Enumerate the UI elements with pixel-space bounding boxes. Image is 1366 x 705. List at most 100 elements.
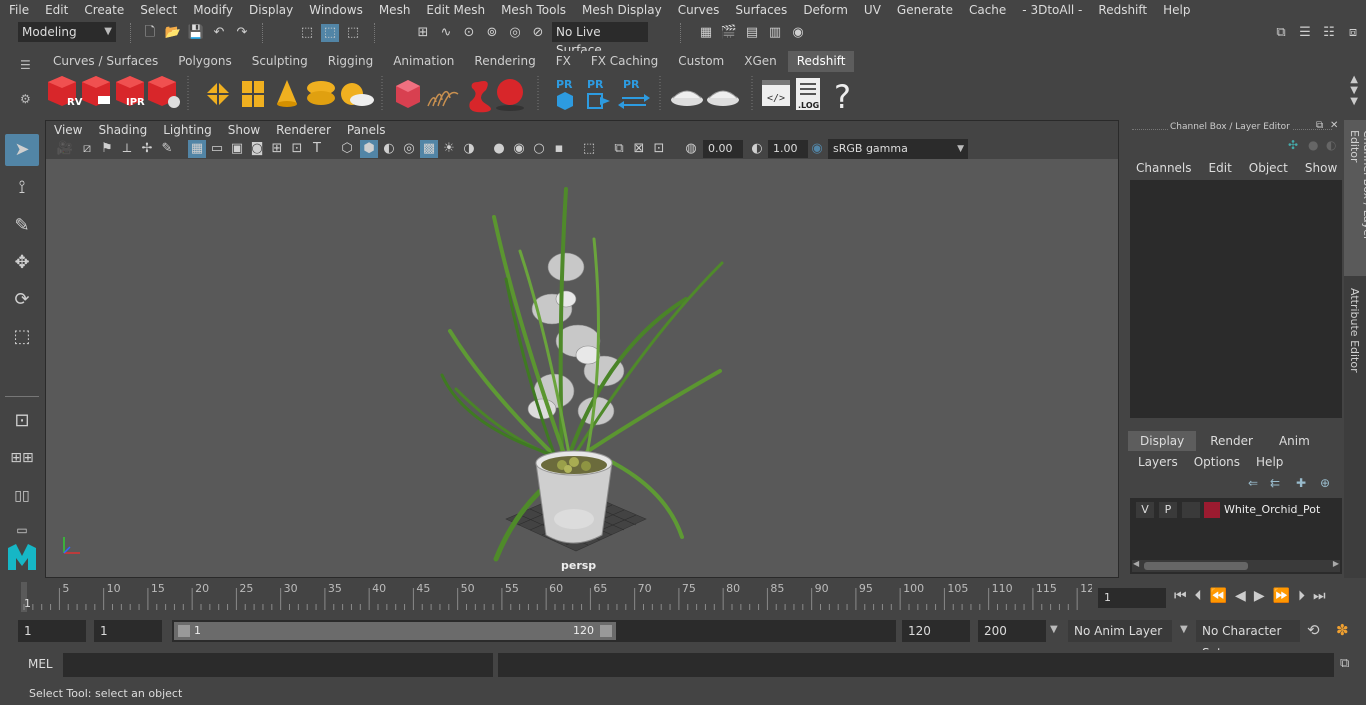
animation-end-field[interactable]: 200 — [978, 620, 1046, 642]
menu-edit-mesh[interactable]: Edit Mesh — [417, 3, 492, 17]
menu-uv[interactable]: UV — [855, 3, 888, 17]
paint-select-tool-icon[interactable]: ✎ — [5, 210, 39, 242]
grease-pencil-icon[interactable]: ✎ — [158, 140, 176, 158]
smooth-shade-icon[interactable]: ⬢ — [360, 140, 378, 158]
script-editor-icon[interactable]: </> — [762, 80, 790, 106]
colorspace-dropdown[interactable]: sRGB gamma ▼ — [828, 139, 968, 159]
xray-icon[interactable]: ⧉ — [610, 140, 628, 158]
xray-active-icon[interactable]: ⊠ — [630, 140, 648, 158]
rs-physical-light-icon[interactable] — [307, 81, 335, 105]
menu-mesh-display[interactable]: Mesh Display — [573, 3, 669, 17]
select-tool-icon[interactable]: ➤ — [5, 134, 39, 166]
shelf-tab-curves-surfaces[interactable]: Curves / Surfaces — [44, 51, 168, 72]
rs-sun-sky-icon[interactable] — [341, 83, 374, 106]
layer-display-type-toggle[interactable] — [1182, 502, 1200, 518]
default-material-icon[interactable]: ◐ — [380, 140, 398, 158]
command-input[interactable] — [63, 653, 493, 677]
snap-point-icon[interactable]: ⊙ — [460, 24, 478, 42]
float-panel-icon[interactable]: ⧉ — [1316, 120, 1323, 131]
gamma-field[interactable]: 1.00 — [768, 140, 808, 158]
shelf-tab-fx[interactable]: FX — [546, 51, 580, 72]
shelf-tab-polygons[interactable]: Polygons — [169, 51, 241, 72]
scrollbar-thumb[interactable] — [1144, 562, 1248, 570]
playback-end-field[interactable]: 120 — [902, 620, 970, 642]
scroll-right-icon[interactable]: ▶ — [1333, 559, 1339, 568]
viewport-menu-view[interactable]: View — [46, 123, 90, 137]
scale-tool-icon[interactable]: ⬚ — [5, 321, 39, 353]
chevron-down-icon[interactable]: ▼ — [1180, 624, 1188, 635]
character-set-dropdown[interactable]: No Character Set — [1196, 620, 1300, 660]
range-slider[interactable]: 1 120 — [172, 620, 896, 642]
shelf-tab-xgen[interactable]: XGen — [735, 51, 786, 72]
rs-spot-light-icon[interactable] — [277, 80, 297, 107]
close-panel-icon[interactable]: ✕ — [1330, 120, 1338, 131]
open-scene-icon[interactable]: 📂 — [164, 24, 182, 42]
layer-menu-help[interactable]: Help — [1256, 455, 1283, 469]
viewport-menu-panels[interactable]: Panels — [339, 123, 394, 137]
camera-attributes-icon[interactable]: ⧄ — [78, 140, 96, 158]
safe-action-icon[interactable]: ⊡ — [288, 140, 306, 158]
rotate-tool-icon[interactable]: ⟳ — [5, 284, 39, 316]
menu-help[interactable]: Help — [1154, 3, 1197, 17]
shelf-tab-rendering[interactable]: Rendering — [465, 51, 545, 72]
exposure-icon[interactable]: ◍ — [682, 140, 700, 158]
hyper-icon[interactable]: ◐ — [1326, 138, 1336, 152]
render-frame-icon[interactable]: 🎬 — [720, 24, 738, 42]
wireframe-on-shaded-icon[interactable]: ◎ — [400, 140, 418, 158]
menu-mesh-tools[interactable]: Mesh Tools — [492, 3, 573, 17]
field-chart-icon[interactable]: ⊞ — [268, 140, 286, 158]
select-object-icon[interactable]: ⬚ — [321, 24, 339, 42]
shelf-menu-icon[interactable]: ☰ — [20, 58, 31, 72]
new-layer-selected-icon[interactable]: ⊕ — [1320, 476, 1330, 490]
rs-lights-grid-icon[interactable] — [242, 81, 264, 107]
animation-start-field[interactable]: 1 — [18, 620, 86, 642]
speed-icon[interactable]: ● — [1308, 138, 1318, 152]
ipr-render-icon[interactable]: ▤ — [743, 24, 761, 42]
render-cube-icon[interactable] — [82, 76, 110, 106]
new-scene-icon[interactable]: 🗋 — [141, 24, 159, 42]
menu-redshift[interactable]: Redshift — [1089, 3, 1154, 17]
shelf-tab-sculpting[interactable]: Sculpting — [242, 51, 317, 72]
viewport-menu-lighting[interactable]: Lighting — [155, 123, 220, 137]
side-tab-attribute-editor[interactable]: Attribute Editor — [1344, 280, 1366, 380]
shelf-scroll-arrows[interactable]: ▲ ▼ ▼ — [1350, 74, 1358, 107]
new-layer-icon[interactable]: ✚ — [1296, 476, 1306, 490]
menu-windows[interactable]: Windows — [300, 3, 370, 17]
range-start-grip[interactable] — [178, 625, 190, 637]
isolate-select-icon[interactable]: ⬚ — [580, 140, 598, 158]
layer-tab-display[interactable]: Display — [1128, 431, 1197, 451]
lasso-tool-icon[interactable]: ⟟ — [5, 172, 39, 204]
step-back-key-icon[interactable]: ⏪ — [1210, 588, 1235, 604]
use-all-lights-icon[interactable]: ☀ — [440, 140, 458, 158]
tool-settings-toggle-icon[interactable]: ☷ — [1320, 24, 1338, 42]
menu-generate[interactable]: Generate — [888, 3, 960, 17]
layer-scrollbar[interactable]: ◀ ▶ — [1132, 559, 1340, 572]
menu-file[interactable]: File — [0, 3, 36, 17]
render-settings-icon[interactable]: ▦ — [697, 24, 715, 42]
channel-list[interactable] — [1130, 180, 1342, 418]
scroll-left-icon[interactable]: ◀ — [1133, 559, 1139, 568]
pie-bake-icon-2[interactable] — [707, 90, 739, 106]
playback-start-field[interactable]: 1 — [94, 620, 162, 642]
channel-box-toggle-icon[interactable]: ⧈ — [1344, 24, 1362, 42]
snap-curve-icon[interactable]: ∿ — [437, 24, 455, 42]
grid-icon[interactable]: ▦ — [188, 140, 206, 158]
channel-box-menu-show[interactable]: Show — [1305, 161, 1337, 175]
render-settings-cube-icon[interactable] — [148, 76, 180, 108]
anti-aliasing-icon[interactable]: ○ — [530, 140, 548, 158]
layer-visibility-toggle[interactable]: V — [1136, 502, 1154, 518]
script-editor-icon[interactable]: ⧉ — [1340, 656, 1349, 671]
menu-edit[interactable]: Edit — [36, 3, 75, 17]
mode-dropdown[interactable]: Modeling ▼ — [18, 22, 116, 42]
pr-mesh-icon[interactable] — [557, 92, 573, 110]
play-forward-icon[interactable]: ▶ — [1254, 588, 1273, 604]
rs-volume-icon[interactable] — [469, 81, 491, 113]
snap-view-plane-icon[interactable]: ◎ — [506, 24, 524, 42]
step-back-frame-icon[interactable]: ⏴ — [1195, 588, 1210, 604]
shelf-tab-redshift[interactable]: Redshift — [787, 51, 855, 72]
manipulator-icon[interactable]: ✣ — [1288, 138, 1298, 152]
save-scene-icon[interactable]: 💾 — [187, 24, 205, 42]
anim-layer-dropdown[interactable]: No Anim Layer — [1068, 620, 1172, 642]
depth-of-field-icon[interactable]: ▪ — [550, 140, 568, 158]
color-management-icon[interactable]: ◉ — [808, 140, 826, 158]
